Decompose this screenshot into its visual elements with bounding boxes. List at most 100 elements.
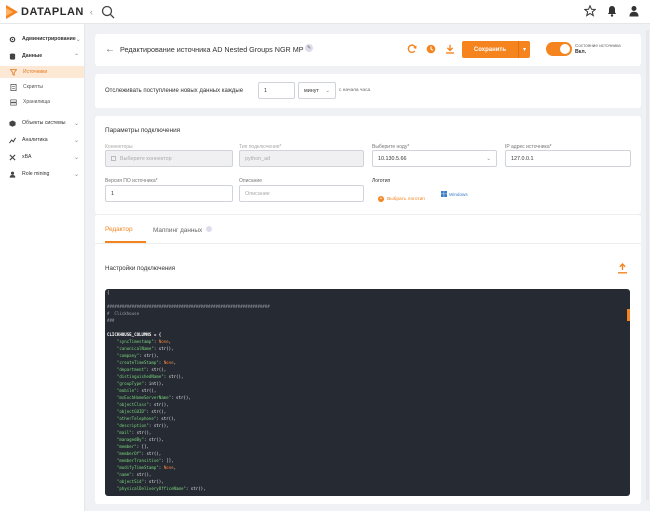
code-token: ### bbox=[107, 318, 115, 323]
star-icon[interactable] bbox=[584, 5, 596, 17]
sidebar-item-analytics[interactable]: Аналитика ⌄ bbox=[0, 133, 84, 147]
code-line: "description": str(), bbox=[107, 422, 630, 429]
code-token: "objectGUID" bbox=[107, 409, 147, 414]
code-token: "otherTelephone" bbox=[107, 416, 157, 421]
code-token: : str(), bbox=[143, 479, 164, 484]
conn-type-input: python_ad bbox=[239, 150, 364, 167]
connector-placeholder: Выберите коннектор bbox=[120, 155, 172, 162]
interval-unit-select[interactable]: минут ⌄ bbox=[298, 82, 336, 99]
user-icon[interactable] bbox=[628, 5, 640, 17]
code-token: : [], bbox=[161, 458, 174, 463]
role-icon bbox=[9, 171, 16, 178]
code-token: "memberOf" bbox=[107, 451, 142, 456]
current-logo: Windows bbox=[441, 191, 468, 197]
edit-title-icon[interactable]: ✎ bbox=[305, 44, 313, 52]
sidebar-item-xba[interactable]: xBA ⌄ bbox=[0, 150, 84, 164]
code-token: "department" bbox=[107, 367, 147, 372]
sidebar-subitem-storage[interactable]: Хранилища bbox=[0, 96, 84, 108]
tracking-card: Отслеживать поступление новых данных каж… bbox=[95, 74, 641, 108]
database-icon bbox=[9, 52, 16, 60]
code-token: "objectClass" bbox=[107, 402, 149, 407]
code-token: : str(), bbox=[143, 437, 164, 442]
code-token: "physicalDeliveryOfficeName" bbox=[107, 486, 186, 491]
chevron-down-icon: ⌄ bbox=[486, 156, 491, 162]
sidebar-subitem-scripts[interactable]: Скрипты bbox=[0, 81, 84, 93]
windows-icon bbox=[441, 191, 447, 197]
sidebar: Администрирование ⌄ Данные ⌃ Источники С… bbox=[0, 24, 85, 511]
code-token: CLICKHOUSE_COLUMNS = { bbox=[107, 332, 162, 337]
download-icon[interactable] bbox=[445, 44, 455, 54]
current-logo-name: Windows bbox=[449, 191, 468, 197]
tracking-label: Отслеживать поступление новых данных каж… bbox=[105, 88, 244, 94]
code-line: "objectSid": str(), bbox=[107, 478, 630, 485]
interval-input[interactable]: 1 bbox=[258, 82, 295, 99]
sidebar-item-administration[interactable]: Администрирование ⌄ bbox=[0, 32, 84, 46]
description-input[interactable]: Описание bbox=[239, 185, 364, 202]
code-line: "company": str(), bbox=[107, 352, 630, 359]
code-token: # Clickhouse bbox=[107, 311, 140, 316]
clock-icon[interactable] bbox=[426, 44, 436, 54]
sidebar-subitem-label: Источники bbox=[23, 69, 48, 75]
code-token: , bbox=[173, 465, 177, 470]
version-label: Версия ПО источника* bbox=[105, 178, 158, 184]
code-token: "createTimeStamp" bbox=[107, 360, 159, 365]
save-options-dropdown[interactable]: ▾ bbox=[518, 41, 530, 58]
code-token: : str(), bbox=[131, 472, 152, 477]
code-line: "msExchHomeServerName": str(), bbox=[107, 394, 630, 401]
section-title: Параметры подключения bbox=[105, 127, 181, 134]
brand-name: DATAPLAN bbox=[21, 5, 84, 18]
code-token: : str(), bbox=[131, 430, 152, 435]
code-line: ########################################… bbox=[107, 303, 630, 310]
code-token: "member" bbox=[107, 444, 137, 449]
search-icon[interactable] bbox=[101, 5, 115, 19]
plus-icon: + bbox=[378, 196, 384, 202]
ip-input[interactable]: 127.0.0.1 bbox=[505, 150, 631, 167]
refresh-icon[interactable] bbox=[407, 44, 417, 54]
upload-icon[interactable] bbox=[617, 263, 628, 274]
sidebar-item-label: Role mining bbox=[22, 171, 50, 177]
checkbox-icon bbox=[111, 156, 116, 161]
toggle-knob bbox=[560, 44, 570, 54]
choose-logo-button[interactable]: + Выбрать логотип bbox=[378, 196, 425, 202]
sidebar-subitem-label: Скрипты bbox=[23, 84, 43, 90]
code-token: { bbox=[107, 290, 110, 295]
code-token: None bbox=[158, 339, 169, 344]
code-line: "objectClass": str(), bbox=[107, 401, 630, 408]
top-bar: DATAPLAN ‹ bbox=[0, 0, 650, 24]
tab-mapping[interactable]: Маппинг данных bbox=[153, 226, 212, 234]
source-state-toggle[interactable] bbox=[546, 42, 572, 56]
connection-settings-title: Настройки подключения bbox=[105, 265, 176, 272]
code-token: : str(), bbox=[146, 409, 167, 414]
bell-icon[interactable] bbox=[606, 5, 618, 17]
save-button[interactable]: Сохранить bbox=[462, 41, 518, 58]
back-arrow-icon[interactable]: ← bbox=[105, 44, 115, 55]
node-select[interactable]: 10.130.5.66 ⌄ bbox=[372, 150, 497, 167]
brand-logo[interactable]: DATAPLAN bbox=[6, 0, 84, 24]
gear-icon bbox=[9, 36, 16, 43]
sidebar-item-role-mining[interactable]: Role mining ⌄ bbox=[0, 167, 84, 181]
sidebar-subitem-sources[interactable]: Источники bbox=[0, 66, 84, 78]
code-editor[interactable]: {#######################################… bbox=[105, 289, 630, 496]
page-scrollbar[interactable] bbox=[646, 30, 649, 500]
editor-scrollbar[interactable] bbox=[627, 309, 630, 321]
code-token: : str(), bbox=[141, 451, 162, 456]
xba-icon bbox=[9, 153, 16, 161]
logo-label: Логотип bbox=[372, 178, 391, 184]
code-line: "member": [], bbox=[107, 443, 630, 450]
code-line: "groupType": int(), bbox=[107, 380, 630, 387]
code-token: , bbox=[168, 339, 172, 344]
code-token: : str(), bbox=[146, 367, 167, 372]
sidebar-item-data[interactable]: Данные ⌃ bbox=[0, 49, 84, 63]
code-line: "distinguishedName": str(), bbox=[107, 373, 630, 380]
sidebar-subitem-label: Хранилища bbox=[23, 99, 51, 105]
page-header-card: ← Редактирование источника AD Nested Gro… bbox=[95, 34, 641, 66]
version-input[interactable]: 1 bbox=[105, 185, 233, 202]
code-token: "canonicalName" bbox=[107, 346, 154, 351]
sidebar-collapse-icon[interactable]: ‹ bbox=[90, 7, 93, 17]
source-state-value: Вкл. bbox=[575, 49, 587, 55]
code-line: ### bbox=[107, 317, 630, 324]
sidebar-item-system-objects[interactable]: Объекты системы ⌄ bbox=[0, 116, 84, 130]
connector-select[interactable]: Выберите коннектор bbox=[105, 150, 233, 167]
tab-editor[interactable]: Редактор bbox=[105, 226, 133, 233]
